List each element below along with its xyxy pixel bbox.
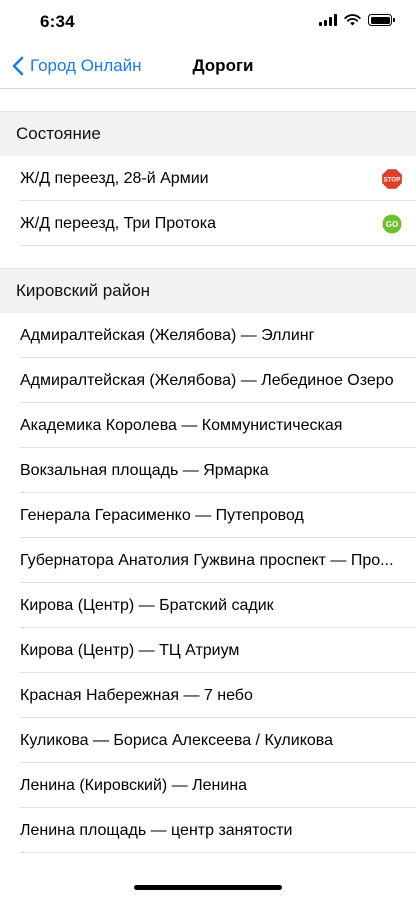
section-header-status: Состояние: [0, 111, 416, 156]
road-list: Состояние Ж/Д переезд, 28-й Армии STOP Ж…: [0, 89, 416, 853]
list-item[interactable]: Красная Набережная — 7 небо: [0, 673, 416, 718]
list-item[interactable]: Куликова — Бориса Алексеева / Куликова: [0, 718, 416, 763]
list-item-label: Академика Королева — Коммунистическая: [20, 416, 343, 434]
list-item-label: Красная Набережная — 7 небо: [20, 686, 253, 704]
list-item[interactable]: Адмиралтейская (Желябова) — Эллинг: [0, 313, 416, 358]
list-item[interactable]: Академика Королева — Коммунистическая: [0, 403, 416, 448]
list-item[interactable]: Кирова (Центр) — Братский садик: [0, 583, 416, 628]
list-item[interactable]: Ленина (Кировский) — Ленина: [0, 763, 416, 808]
battery-icon: [368, 14, 395, 26]
home-indicator[interactable]: [134, 885, 282, 890]
list-item-label: Ж/Д переезд, Три Протока: [20, 214, 217, 232]
navigation-bar: Город Онлайн Дороги: [0, 44, 416, 89]
list-item-crossing-tri-protoka[interactable]: Ж/Д переезд, Три Протока GO: [0, 201, 416, 246]
wifi-icon: [344, 14, 361, 26]
section-header-kirovsky: Кировский район: [0, 268, 416, 313]
status-time: 6:34: [40, 12, 75, 31]
list-item-label: Ленина (Кировский) — Ленина: [20, 776, 248, 794]
list-item-label: Кирова (Центр) — ТЦ Атриум: [20, 641, 240, 659]
page-title: Дороги: [192, 56, 254, 75]
list-item[interactable]: Кирова (Центр) — ТЦ Атриум: [0, 628, 416, 673]
cellular-signal-icon: [319, 14, 337, 26]
list-item[interactable]: Ленина площадь — центр занятости: [0, 808, 416, 853]
list-item-label: Ленина площадь — центр занятости: [20, 821, 293, 839]
status-bar: 6:34: [0, 0, 416, 44]
list-item[interactable]: Генерала Герасименко — Путепровод: [0, 493, 416, 538]
list-item-label: Кирова (Центр) — Братский садик: [20, 596, 274, 614]
list-item-label: Генерала Герасименко — Путепровод: [20, 506, 304, 524]
list-item-label: Вокзальная площадь — Ярмарка: [20, 461, 269, 479]
list-item-label: Ж/Д переезд, 28-й Армии: [20, 169, 209, 187]
list-item[interactable]: Губернатора Анатолия Гужвина проспект — …: [0, 538, 416, 583]
list-item-label: Губернатора Анатолия Гужвина проспект — …: [20, 551, 394, 569]
list-item-crossing-28-army[interactable]: Ж/Д переезд, 28-й Армии STOP: [0, 156, 416, 201]
stop-sign-text: STOP: [384, 176, 401, 183]
go-sign-text: GO: [386, 220, 398, 229]
status-icons: [319, 14, 395, 26]
list-item[interactable]: Адмиралтейская (Желябова) — Лебединое Оз…: [0, 358, 416, 403]
list-item[interactable]: Вокзальная площадь — Ярмарка: [0, 448, 416, 493]
list-item-label: Адмиралтейская (Желябова) — Лебединое Оз…: [20, 371, 394, 389]
list-item-label: Куликова — Бориса Алексеева / Куликова: [20, 731, 333, 749]
list-item-label: Адмиралтейская (Желябова) — Эллинг: [20, 326, 315, 344]
go-sign-icon: GO: [382, 214, 402, 234]
stop-sign-icon: STOP: [382, 168, 402, 189]
